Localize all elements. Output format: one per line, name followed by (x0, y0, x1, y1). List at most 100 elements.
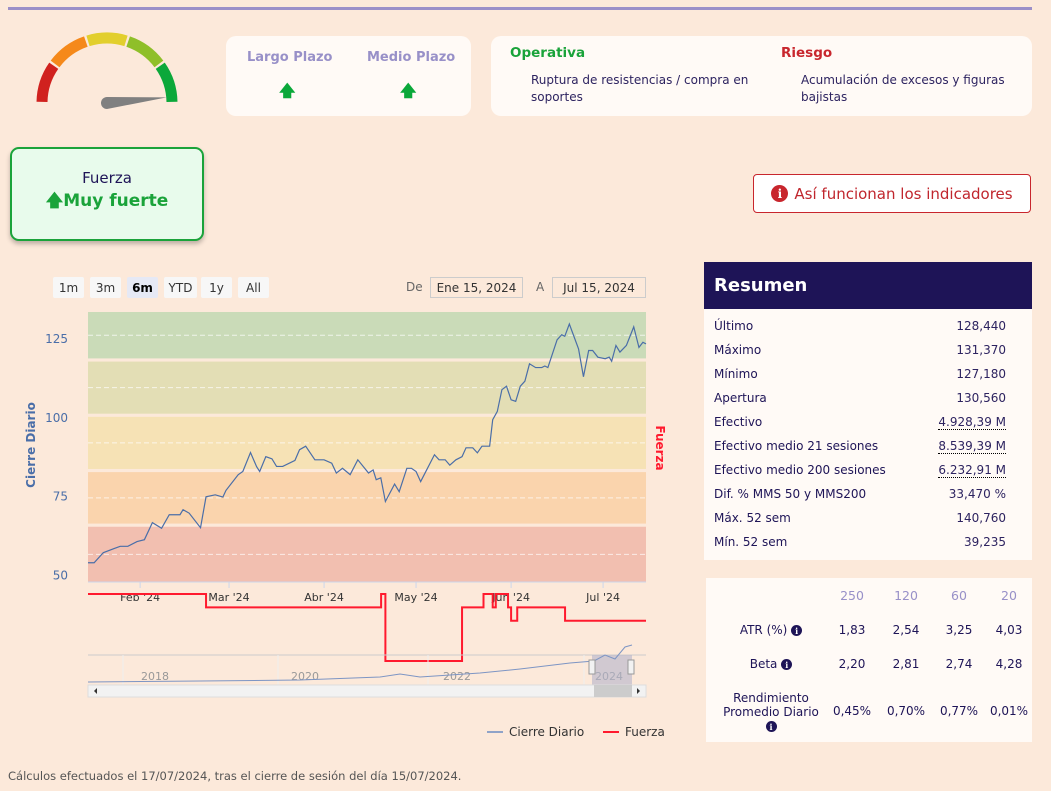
arrow-up-icon: 🡅 (45, 191, 64, 211)
medio-plazo-label: Medio Plazo (367, 50, 456, 65)
x-tick-label: Abr '24 (304, 591, 344, 604)
resumen-value[interactable]: 4.928,39 M (938, 415, 1006, 430)
resumen-panel: Resumen Último 128,440 Máximo 131,370 Mínimo… (704, 262, 1032, 560)
indicators-info-button[interactable]: i Así funcionan los indicadores (753, 174, 1031, 213)
gauge-needle (101, 97, 167, 109)
stats-header: 20 (1001, 588, 1017, 603)
y2-axis-title: Fuerza (653, 425, 667, 470)
stats-label-text: Beta (749, 657, 778, 671)
range-6m[interactable]: 6m (127, 277, 158, 298)
gauge-segment (126, 36, 164, 68)
info-icon[interactable]: i (765, 721, 777, 732)
stats-value: 0,45% (832, 704, 872, 718)
y-tick-label: 100 (45, 411, 68, 425)
stats-value: 4,28 (995, 657, 1023, 671)
stats-table: 250 120 60 20 ATR (%) i 1,83 2,54 3,25 4,03 Beta … (706, 578, 1032, 742)
stats-value: 4,03 (995, 623, 1023, 637)
legend-line-icon (487, 731, 503, 733)
operativa-title: Operativa (510, 45, 586, 61)
stats-value: 1,83 (838, 623, 866, 637)
resumen-label: Apertura (714, 391, 767, 405)
range-1y[interactable]: 1y (201, 277, 232, 298)
stats-value: 0,70% (886, 704, 926, 718)
range-3m[interactable]: 3m (90, 277, 121, 298)
stats-row-label: Rendimiento Promedio Diario i (716, 691, 826, 733)
x-tick-label: Feb '24 (120, 591, 160, 604)
x-tick-label: May '24 (394, 591, 437, 604)
range-all[interactable]: All (238, 277, 269, 298)
info-icon[interactable]: i (791, 625, 803, 636)
resumen-label: Efectivo medio 200 sesiones (714, 463, 886, 477)
resumen-row: Efectivo medio 200 sesiones 6.232,91 M (714, 463, 1006, 478)
resumen-value: 33,470 % (948, 487, 1006, 501)
resumen-value: 128,440 (956, 319, 1006, 333)
plazo-card: Largo Plazo 🡅 Medio Plazo 🡅 (226, 36, 471, 116)
date-from-input[interactable]: Ene 15, 2024 (430, 277, 523, 298)
date-to-input[interactable]: Jul 15, 2024 (552, 277, 646, 298)
fuerza-box: Fuerza 🡅Muy fuerte (10, 147, 204, 241)
resumen-label: Dif. % MMS 50 y MMS200 (714, 487, 867, 501)
largo-plazo-label: Largo Plazo (247, 50, 333, 65)
resumen-value: 131,370 (956, 343, 1006, 357)
top-divider (8, 7, 1032, 10)
navigator-handle-left (588, 659, 596, 675)
indicators-info-label: Así funcionan los indicadores (794, 184, 1013, 203)
gauge-segment (36, 62, 59, 103)
x-tick-label: Mar '24 (208, 591, 249, 604)
arrow-up-icon: 🡅 (400, 81, 417, 100)
resumen-label: Efectivo (714, 415, 763, 429)
legend-fuerza[interactable]: Fuerza (603, 725, 665, 739)
arrow-up-icon: 🡅 (279, 81, 296, 100)
stats-header: 250 (840, 588, 864, 603)
resumen-row: Mínimo 127,180 (714, 367, 1006, 381)
date-from-label: De (406, 280, 423, 294)
resumen-value: 130,560 (956, 391, 1006, 405)
resumen-label: Máximo (714, 343, 762, 357)
stats-value: 2,54 (892, 623, 920, 637)
navigator-series (87, 644, 633, 683)
stats-value: 2,81 (892, 657, 920, 671)
navigator-year-label: 2020 (291, 670, 319, 683)
legend-fuerza-label: Fuerza (625, 725, 665, 739)
navigator-handle-right (627, 659, 635, 675)
resumen-row: Efectivo 4.928,39 M (714, 415, 1006, 430)
stats-header: 120 (894, 588, 918, 603)
legend-cierre[interactable]: Cierre Diario (487, 725, 584, 739)
y-axis-title: Cierre Diario (24, 402, 38, 488)
resumen-row: Máx. 52 sem 140,760 (714, 511, 1006, 525)
gauge-segment (86, 32, 128, 47)
navigator-year-label: 2022 (443, 670, 471, 683)
navigator-selection (592, 655, 632, 685)
resumen-row: Apertura 130,560 (714, 391, 1006, 405)
operativa-text: Ruptura de resistencias / compra en sopo… (531, 73, 749, 104)
range-1m[interactable]: 1m (53, 277, 84, 298)
resumen-value: 39,235 (964, 535, 1006, 549)
resumen-label: Máx. 52 sem (714, 511, 791, 525)
resumen-row: Último 128,440 (714, 319, 1006, 333)
legend-cierre-label: Cierre Diario (509, 725, 585, 739)
resumen-value[interactable]: 8.539,39 M (938, 439, 1006, 454)
fuerza-value: Muy fuerte (63, 191, 169, 211)
legend-line-icon (603, 731, 619, 733)
stats-value: 2,74 (945, 657, 973, 671)
stats-header: 60 (951, 588, 967, 603)
stats-value: 0,01% (989, 704, 1029, 718)
riesgo-text: Acumulación de excesos y figuras bajista… (801, 73, 1005, 104)
info-icon[interactable]: i (781, 659, 793, 670)
stats-label-text: Rendimiento Promedio Diario (723, 691, 819, 719)
resumen-value[interactable]: 6.232,91 M (938, 463, 1006, 478)
resumen-value: 140,760 (956, 511, 1006, 525)
scrollbar-thumb (594, 685, 632, 697)
stats-value: 3,25 (945, 623, 973, 637)
range-ytd[interactable]: YTD (164, 277, 197, 298)
resumen-row: Efectivo medio 21 sesiones 8.539,39 M (714, 439, 1006, 454)
resumen-label: Efectivo medio 21 sesiones (714, 439, 879, 453)
y-tick-label: 50 (53, 569, 68, 583)
price-chart[interactable]: 50 75 100 125 Feb '24 Mar '24 Abr '24 May '24 Ju… (0, 300, 700, 710)
strength-gauge (36, 32, 178, 109)
date-to-label: A (536, 280, 545, 294)
resumen-label: Mín. 52 sem (714, 535, 788, 549)
y-tick-label: 125 (45, 332, 68, 346)
resumen-row: Máximo 131,370 (714, 343, 1006, 357)
operativa-riesgo-card: Operativa Ruptura de resistencias / comp… (491, 36, 1032, 116)
